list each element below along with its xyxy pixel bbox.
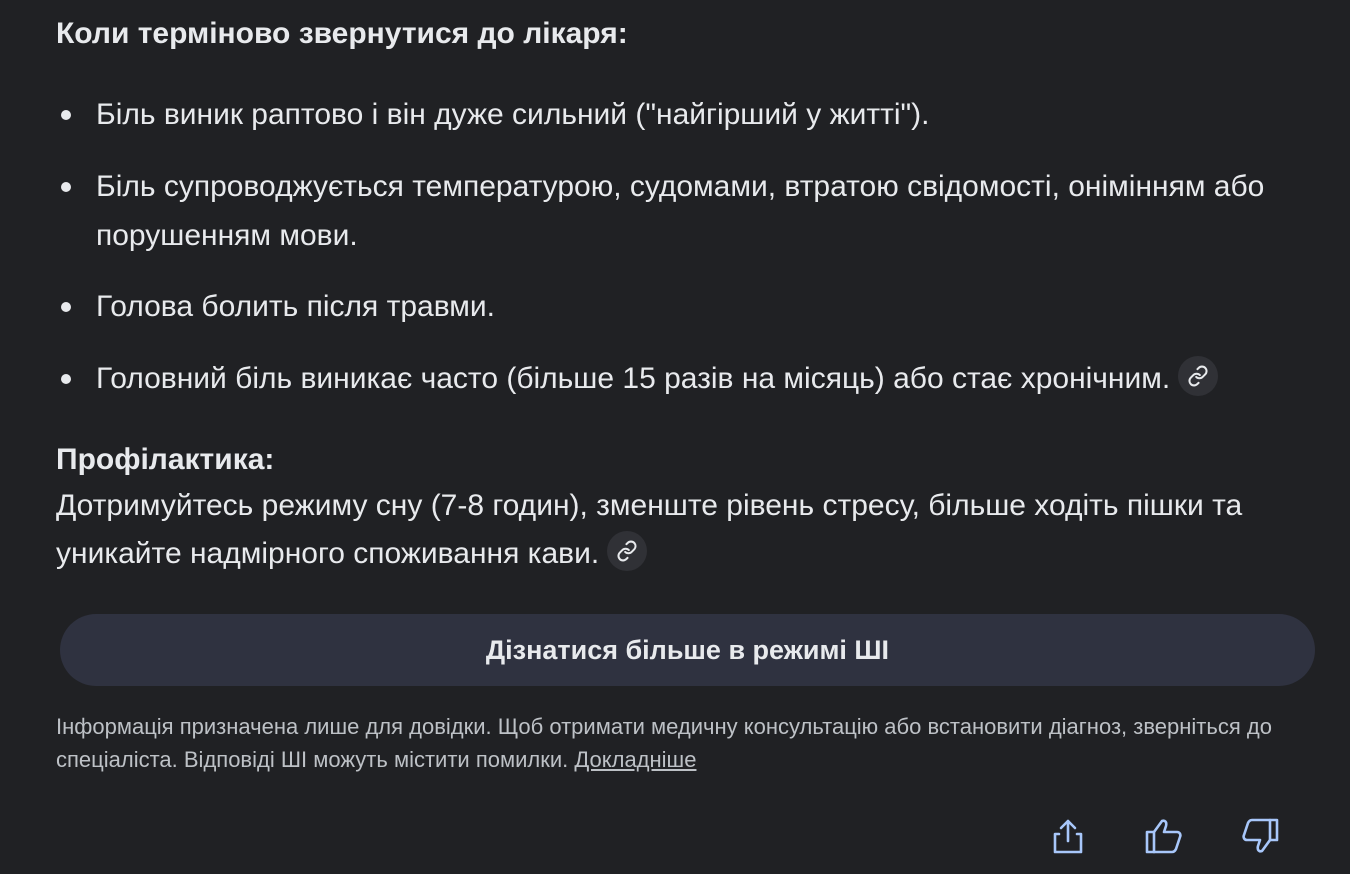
- ai-mode-button[interactable]: Дізнатися більше в режимі ШІ: [60, 614, 1315, 686]
- bullet-dot: [61, 182, 71, 192]
- list-item-label: Біль виник раптово і він дуже сильний ("…: [96, 98, 930, 131]
- share-button[interactable]: [1044, 812, 1092, 860]
- source-link-button[interactable]: [607, 531, 648, 572]
- list-item-text: Біль супроводжується температурою, судом…: [96, 162, 1316, 260]
- ai-overview-panel: Коли терміново звернутися до лікаря: Біл…: [0, 0, 1350, 874]
- learn-more-link[interactable]: Докладніше: [574, 747, 696, 772]
- disclaimer: Інформація призначена лише для довідки. …: [56, 710, 1316, 776]
- link-icon: [617, 540, 637, 562]
- link-icon: [1188, 365, 1208, 387]
- prevention-text-label: Дотримуйтесь режиму сну (7-8 годин), зме…: [56, 489, 1243, 570]
- feedback-actions: [0, 812, 1350, 862]
- urgent-list: Біль виник раптово і він дуже сильний ("…: [56, 0, 1326, 420]
- thumbs-down-button[interactable]: [1236, 812, 1284, 860]
- list-item-text: Головний біль виникає часто (більше 15 р…: [96, 354, 1316, 403]
- prevention-text: Дотримуйтесь режиму сну (7-8 годин), зме…: [56, 482, 1326, 578]
- bullet-dot: [61, 374, 71, 384]
- list-item-label: Біль супроводжується температурою, судом…: [96, 170, 1265, 252]
- thumbs-down-icon: [1242, 818, 1279, 853]
- bullet-dot: [61, 302, 71, 312]
- bullet-dot: [61, 110, 71, 120]
- source-link-button[interactable]: [1178, 356, 1219, 397]
- thumbs-up-button[interactable]: [1140, 812, 1188, 860]
- thumbs-up-icon: [1145, 819, 1182, 854]
- prevention-heading: Профілактика:: [56, 443, 275, 476]
- share-icon: [1053, 819, 1083, 854]
- list-item-label: Головний біль виникає часто (більше 15 р…: [96, 362, 1171, 395]
- list-item-text: Голова болить після травми.: [96, 282, 1316, 331]
- list-item-label: Голова болить після травми.: [96, 290, 496, 323]
- list-item-text: Біль виник раптово і він дуже сильний ("…: [96, 90, 1316, 139]
